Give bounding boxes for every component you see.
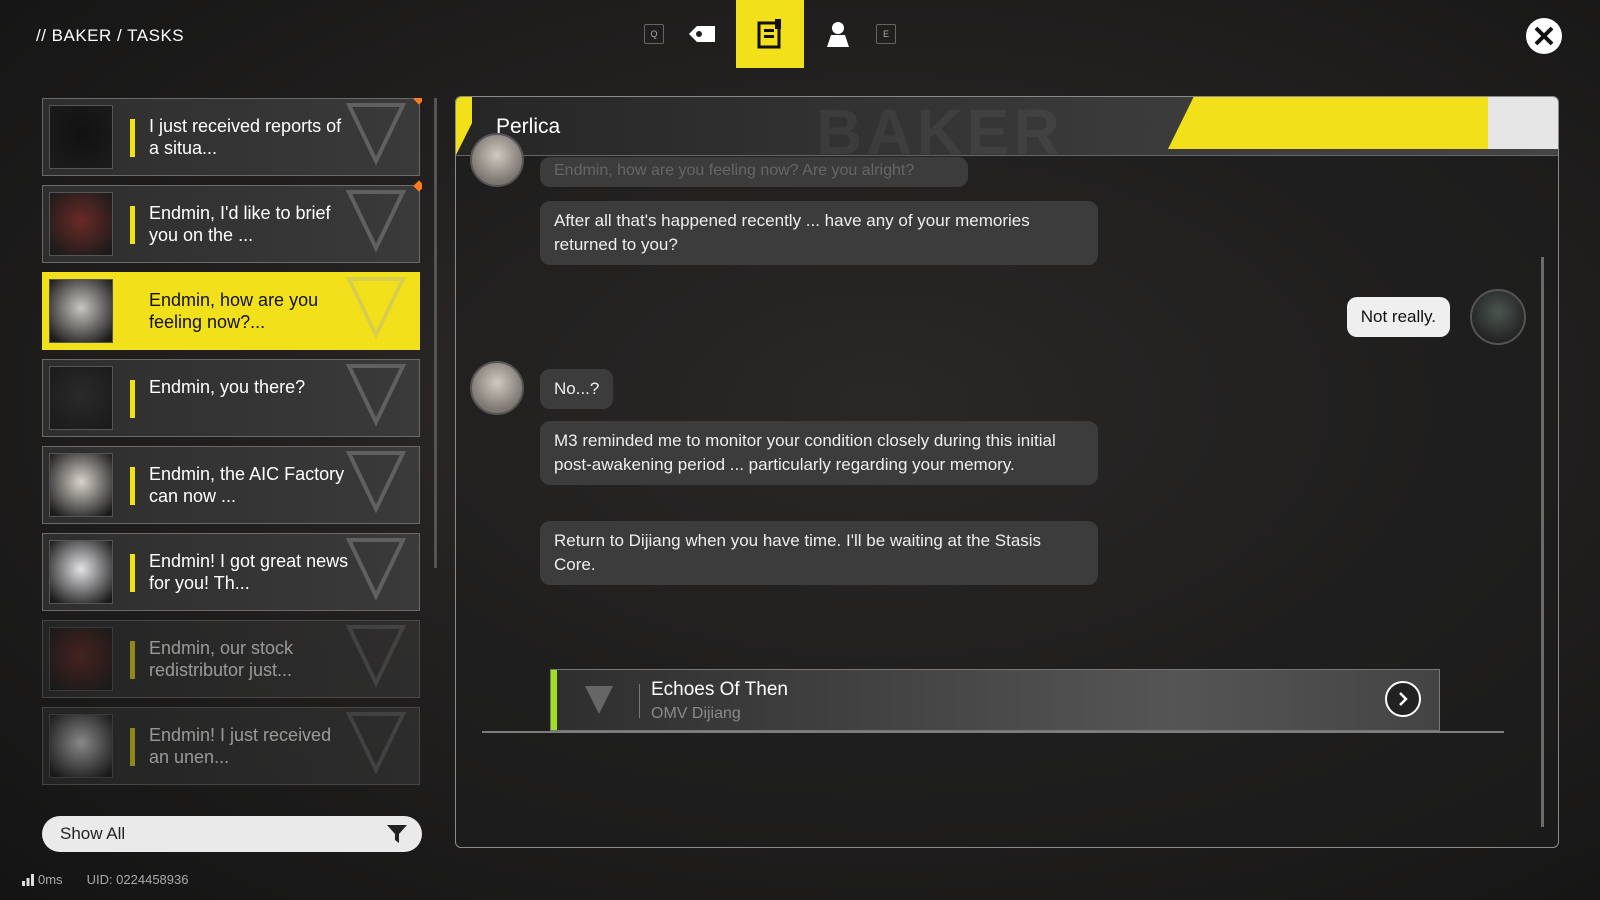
music-title: Echoes Of Then	[651, 679, 788, 700]
music-card-separator	[639, 684, 640, 718]
emblem-icon	[585, 686, 613, 714]
task-item[interactable]: Endmin, I'd like to brief you on the ...	[42, 180, 422, 263]
task-preview-text: Endmin! I just received an unen...	[149, 725, 332, 767]
message-bubble-cutoff: Endmin, how are you feeling now? Are you…	[540, 157, 968, 187]
chevron-right-icon	[1399, 692, 1408, 706]
task-list: I just received reports of a situa... End…	[42, 98, 422, 798]
task-emblem-icon	[345, 538, 407, 601]
tab-profile[interactable]	[804, 0, 872, 68]
profile-icon	[827, 22, 849, 47]
task-accent-bar	[130, 554, 135, 592]
close-button[interactable]	[1526, 18, 1562, 54]
ping-value: 0ms	[38, 872, 63, 887]
task-emblem-icon	[345, 625, 407, 688]
filter-label: Show All	[60, 824, 126, 843]
task-accent-bar	[130, 119, 135, 157]
message-bubble: After all that's happened recently ... h…	[540, 201, 1098, 265]
new-badge	[413, 180, 422, 192]
task-emblem-icon	[345, 277, 407, 340]
task-preview-text: Endmin! I got great news for you! Th...	[149, 551, 349, 593]
music-card-accent	[551, 670, 557, 730]
message-bubble: M3 reminded me to monitor your condition…	[540, 421, 1098, 485]
filter-icon	[387, 825, 407, 843]
nav-next[interactable]: E	[872, 24, 900, 44]
message-bubble: No...?	[540, 369, 614, 409]
header-decoration-end	[1488, 97, 1558, 149]
task-accent-bar	[130, 728, 135, 766]
q-key-hint: Q	[644, 24, 664, 44]
task-avatar	[49, 105, 113, 169]
task-accent-bar	[130, 380, 135, 418]
nav-prev[interactable]: Q	[640, 24, 668, 44]
chat-scrollbar[interactable]	[1541, 257, 1544, 827]
header-accent	[456, 97, 472, 155]
task-accent-bar	[130, 641, 135, 679]
message-bubble: Return to Dijiang when you have time. I'…	[540, 521, 1098, 585]
task-avatar	[49, 540, 113, 604]
ping-indicator: 0ms	[22, 872, 63, 887]
close-icon	[1534, 26, 1554, 46]
task-avatar	[49, 714, 113, 778]
task-preview-text: Endmin, our stock redistributor just...	[149, 638, 294, 680]
contact-avatar	[470, 361, 524, 415]
task-item[interactable]: I just received reports of a situa...	[42, 98, 422, 176]
top-nav: Q E	[640, 0, 940, 68]
player-avatar	[1470, 289, 1526, 345]
task-preview-text: Endmin, I'd like to brief you on the ...	[149, 203, 331, 245]
task-item[interactable]: Endmin, you there?	[42, 359, 420, 437]
chat-panel: BAKER Perlica Endmin, how are you feelin…	[455, 96, 1559, 848]
task-avatar	[49, 192, 113, 256]
task-preview-text: Endmin, how are you feeling now?...	[149, 290, 319, 332]
chat-header: BAKER Perlica	[456, 97, 1558, 168]
task-item[interactable]: Endmin, the AIC Factory can now ...	[42, 446, 420, 524]
task-preview-text: Endmin, the AIC Factory can now ...	[149, 464, 345, 506]
contact-avatar	[470, 133, 524, 187]
music-card[interactable]: Echoes Of Then OMV Dijiang	[550, 669, 1440, 731]
music-open-button[interactable]	[1385, 681, 1421, 717]
status-bar: 0ms UID: 0224458936	[22, 872, 188, 887]
task-item[interactable]: Endmin, our stock redistributor just...	[42, 620, 420, 698]
filter-dropdown[interactable]: Show All	[42, 816, 422, 852]
e-key-hint: E	[876, 24, 896, 44]
app-logo	[36, 15, 96, 23]
tab-tasks[interactable]	[736, 0, 804, 68]
task-avatar	[49, 627, 113, 691]
task-item[interactable]: Endmin! I just received an unen...	[42, 707, 420, 785]
task-avatar	[49, 279, 113, 343]
header-decoration	[1168, 97, 1488, 149]
signal-icon	[22, 873, 34, 886]
task-avatar	[49, 453, 113, 517]
uid-label: UID: 0224458936	[86, 872, 189, 887]
task-accent-bar	[130, 206, 135, 244]
ticket-icon	[689, 26, 715, 42]
music-subtitle: OMV Dijiang	[651, 705, 741, 722]
task-preview-text: Endmin, you there?	[149, 377, 306, 397]
tab-tickets[interactable]	[668, 0, 736, 68]
task-emblem-icon	[345, 103, 407, 166]
task-board-icon	[757, 19, 781, 49]
message-thread[interactable]: Endmin, how are you feeling now? Are you…	[456, 133, 1558, 757]
task-avatar	[49, 366, 113, 430]
task-accent-bar	[130, 467, 135, 505]
thread-end-divider	[482, 731, 1504, 733]
new-badge	[413, 98, 422, 105]
breadcrumb: // BAKER / TASKS	[36, 26, 185, 45]
task-item[interactable]: Endmin, how are you feeling now?...	[42, 272, 420, 350]
task-item[interactable]: Endmin! I got great news for you! Th...	[42, 533, 420, 611]
task-preview-text: I just received reports of a situa...	[149, 116, 342, 158]
task-emblem-icon	[345, 712, 407, 775]
task-list-scrollbar[interactable]	[434, 98, 437, 568]
task-emblem-icon	[345, 451, 407, 514]
task-emblem-icon	[345, 190, 407, 253]
player-message-bubble: Not really.	[1346, 297, 1450, 337]
task-emblem-icon	[345, 364, 407, 427]
